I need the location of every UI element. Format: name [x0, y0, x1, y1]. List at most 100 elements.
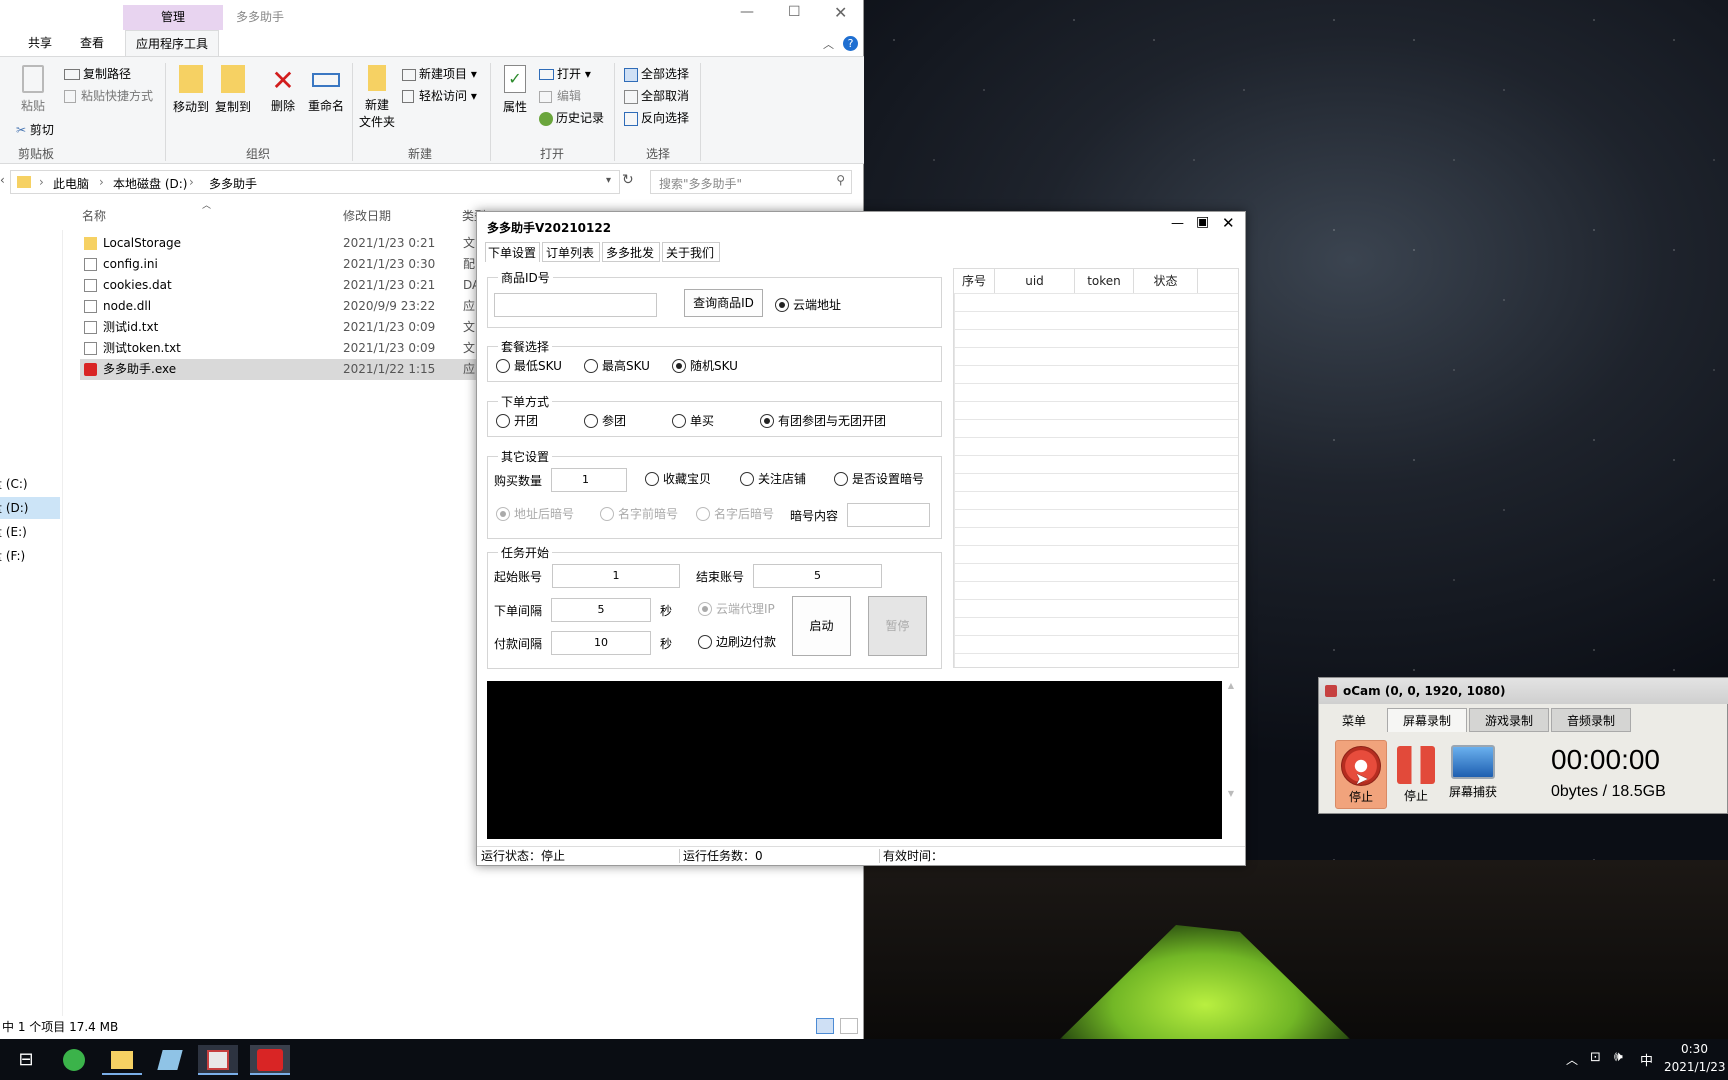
ocam-tab-screen[interactable]: 屏幕录制: [1387, 708, 1467, 732]
easy-access-button[interactable]: 轻松访问 ▾: [402, 87, 477, 104]
ocam-taskbar-icon[interactable]: [198, 1045, 238, 1075]
ocam-tab-menu[interactable]: 菜单: [1327, 708, 1381, 732]
set-code-radio[interactable]: 是否设置暗号: [834, 472, 924, 486]
chevron-down-icon[interactable]: ▾: [606, 175, 611, 186]
move-to-button[interactable]: 移动到: [171, 65, 211, 115]
address-bar[interactable]: › 此电脑 › 本地磁盘 (D:) › 多多助手 ▾: [10, 170, 620, 194]
help-icon[interactable]: ?: [843, 36, 858, 51]
mode-join-group-radio[interactable]: 参团: [584, 414, 626, 428]
order-interval-input[interactable]: 5: [551, 598, 651, 622]
account-grid[interactable]: 序号 uid token 状态: [953, 268, 1239, 668]
close-icon[interactable]: ✕: [834, 3, 847, 22]
task-view-icon[interactable]: ⊟: [6, 1045, 46, 1075]
end-account-input[interactable]: 5: [753, 564, 882, 588]
favorite-item-radio[interactable]: 收藏宝贝: [645, 472, 711, 486]
select-none-button[interactable]: 全部取消: [624, 87, 689, 104]
grid-col-token[interactable]: token: [1075, 269, 1134, 293]
paste-shortcut-button[interactable]: 粘贴快捷方式: [64, 87, 153, 104]
code-after-name-radio[interactable]: 名字后暗号: [696, 507, 774, 521]
open-button[interactable]: 打开 ▾: [539, 65, 591, 82]
volume-icon[interactable]: 🕪: [1614, 1049, 1623, 1065]
grid-col-status[interactable]: 状态: [1134, 269, 1198, 293]
ocam-stop-button[interactable]: 停止: [1391, 740, 1441, 809]
network-icon[interactable]: ⊡: [1590, 1050, 1601, 1065]
tab-share[interactable]: 共享: [18, 30, 62, 56]
quantity-input[interactable]: 1: [551, 468, 627, 492]
file-row[interactable]: cookies.dat 2021/1/23 0:21 DA: [80, 275, 480, 296]
code-before-name-radio[interactable]: 名字前暗号: [600, 507, 678, 521]
browser-taskbar-icon[interactable]: [54, 1045, 94, 1075]
copy-path-button[interactable]: 复制路径: [64, 65, 131, 82]
file-row[interactable]: 多多助手.exe 2021/1/22 1:15 应: [80, 359, 480, 380]
cloud-proxy-radio[interactable]: 云端代理IP: [698, 602, 775, 616]
file-explorer-taskbar-icon[interactable]: [102, 1045, 142, 1075]
chevron-up-icon[interactable]: ︿: [823, 36, 834, 52]
breadcrumb-this-pc[interactable]: 此电脑: [53, 175, 89, 192]
search-input[interactable]: 搜索"多多助手" ⚲: [650, 170, 852, 194]
paste-button[interactable]: 粘贴: [18, 65, 48, 114]
minimize-icon[interactable]: —: [740, 4, 754, 20]
cloud-address-radio[interactable]: 云端地址: [775, 298, 841, 312]
file-row[interactable]: 测试id.txt 2021/1/23 0:09 文: [80, 317, 480, 338]
maximize-icon[interactable]: ☐: [788, 4, 801, 20]
start-button[interactable]: 启动: [792, 596, 851, 656]
cut-button[interactable]: ✂ 剪切: [16, 121, 54, 138]
pay-interval-input[interactable]: 10: [551, 631, 651, 655]
code-after-address-radio[interactable]: 地址后暗号: [496, 507, 574, 521]
ocam-tab-game[interactable]: 游戏录制: [1469, 708, 1549, 732]
refresh-icon[interactable]: ↻: [622, 172, 634, 188]
close-icon[interactable]: ✕: [1222, 214, 1235, 232]
sku-lowest-radio[interactable]: 最低SKU: [496, 359, 562, 373]
column-name[interactable]: 名称: [82, 207, 106, 224]
nav-drive-c[interactable]: 盘 (C:): [0, 473, 48, 495]
query-product-button[interactable]: 查询商品ID: [684, 289, 763, 317]
duoduo-taskbar-icon[interactable]: [250, 1045, 290, 1075]
start-account-input[interactable]: 1: [552, 564, 680, 588]
tab-order-list[interactable]: 订单列表: [542, 242, 600, 262]
grid-col-uid[interactable]: uid: [995, 269, 1075, 293]
ime-indicator[interactable]: 中: [1640, 1050, 1653, 1069]
sku-highest-radio[interactable]: 最高SKU: [584, 359, 650, 373]
tab-wholesale[interactable]: 多多批发: [602, 242, 660, 262]
mode-open-group-radio[interactable]: 开团: [496, 414, 538, 428]
breadcrumb-drive-d[interactable]: 本地磁盘 (D:): [113, 175, 187, 192]
history-button[interactable]: 历史记录: [539, 109, 604, 126]
edit-button[interactable]: 编辑: [539, 87, 581, 104]
pay-while-order-radio[interactable]: 边刷边付款: [698, 635, 776, 649]
select-all-button[interactable]: 全部选择: [624, 65, 689, 82]
new-item-button[interactable]: 新建项目 ▾: [402, 65, 477, 82]
notepad-taskbar-icon[interactable]: [150, 1045, 190, 1075]
tab-about[interactable]: 关于我们: [662, 242, 720, 262]
new-folder-button[interactable]: 新建 文件夹: [358, 65, 396, 130]
follow-store-radio[interactable]: 关注店铺: [740, 472, 806, 486]
code-content-input[interactable]: [847, 503, 930, 527]
file-row[interactable]: node.dll 2020/9/9 23:22 应: [80, 296, 480, 317]
tab-order-settings[interactable]: 下单设置: [485, 242, 540, 262]
minimize-icon[interactable]: —: [1171, 216, 1184, 231]
product-id-input[interactable]: [494, 293, 657, 317]
properties-button[interactable]: ✓ 属性: [500, 65, 530, 115]
search-icon[interactable]: ⚲: [836, 173, 845, 187]
ocam-capture-button[interactable]: 屏幕捕获: [1445, 740, 1501, 809]
column-date[interactable]: 修改日期: [343, 207, 391, 224]
grid-col-index[interactable]: 序号: [954, 269, 995, 293]
rename-button[interactable]: 重命名: [306, 65, 346, 114]
breadcrumb-folder[interactable]: 多多助手: [209, 175, 257, 192]
ocam-tab-audio[interactable]: 音频录制: [1551, 708, 1631, 732]
tab-view[interactable]: 查看: [70, 30, 114, 56]
pause-button[interactable]: 暂停: [868, 596, 927, 656]
file-row[interactable]: 测试token.txt 2021/1/23 0:09 文: [80, 338, 480, 359]
copy-to-button[interactable]: 复制到: [213, 65, 253, 115]
details-view-icon[interactable]: [816, 1018, 834, 1034]
nav-drive-e[interactable]: 盘 (E:): [0, 521, 48, 543]
nav-drive-d[interactable]: 盘 (D:): [0, 497, 60, 519]
invert-selection-button[interactable]: 反向选择: [624, 109, 689, 126]
context-tab-manage[interactable]: 管理: [123, 5, 223, 30]
chevron-left-icon[interactable]: ‹: [0, 173, 5, 187]
mode-auto-group-radio[interactable]: 有团参团与无团开团: [760, 414, 886, 428]
clock-time[interactable]: 0:30: [1681, 1042, 1708, 1056]
file-row[interactable]: LocalStorage 2021/1/23 0:21 文: [80, 233, 480, 254]
tray-chevron-up-icon[interactable]: ︿: [1566, 1051, 1578, 1068]
clock-date[interactable]: 2021/1/23: [1664, 1060, 1726, 1074]
file-row[interactable]: config.ini 2021/1/23 0:30 配: [80, 254, 480, 275]
